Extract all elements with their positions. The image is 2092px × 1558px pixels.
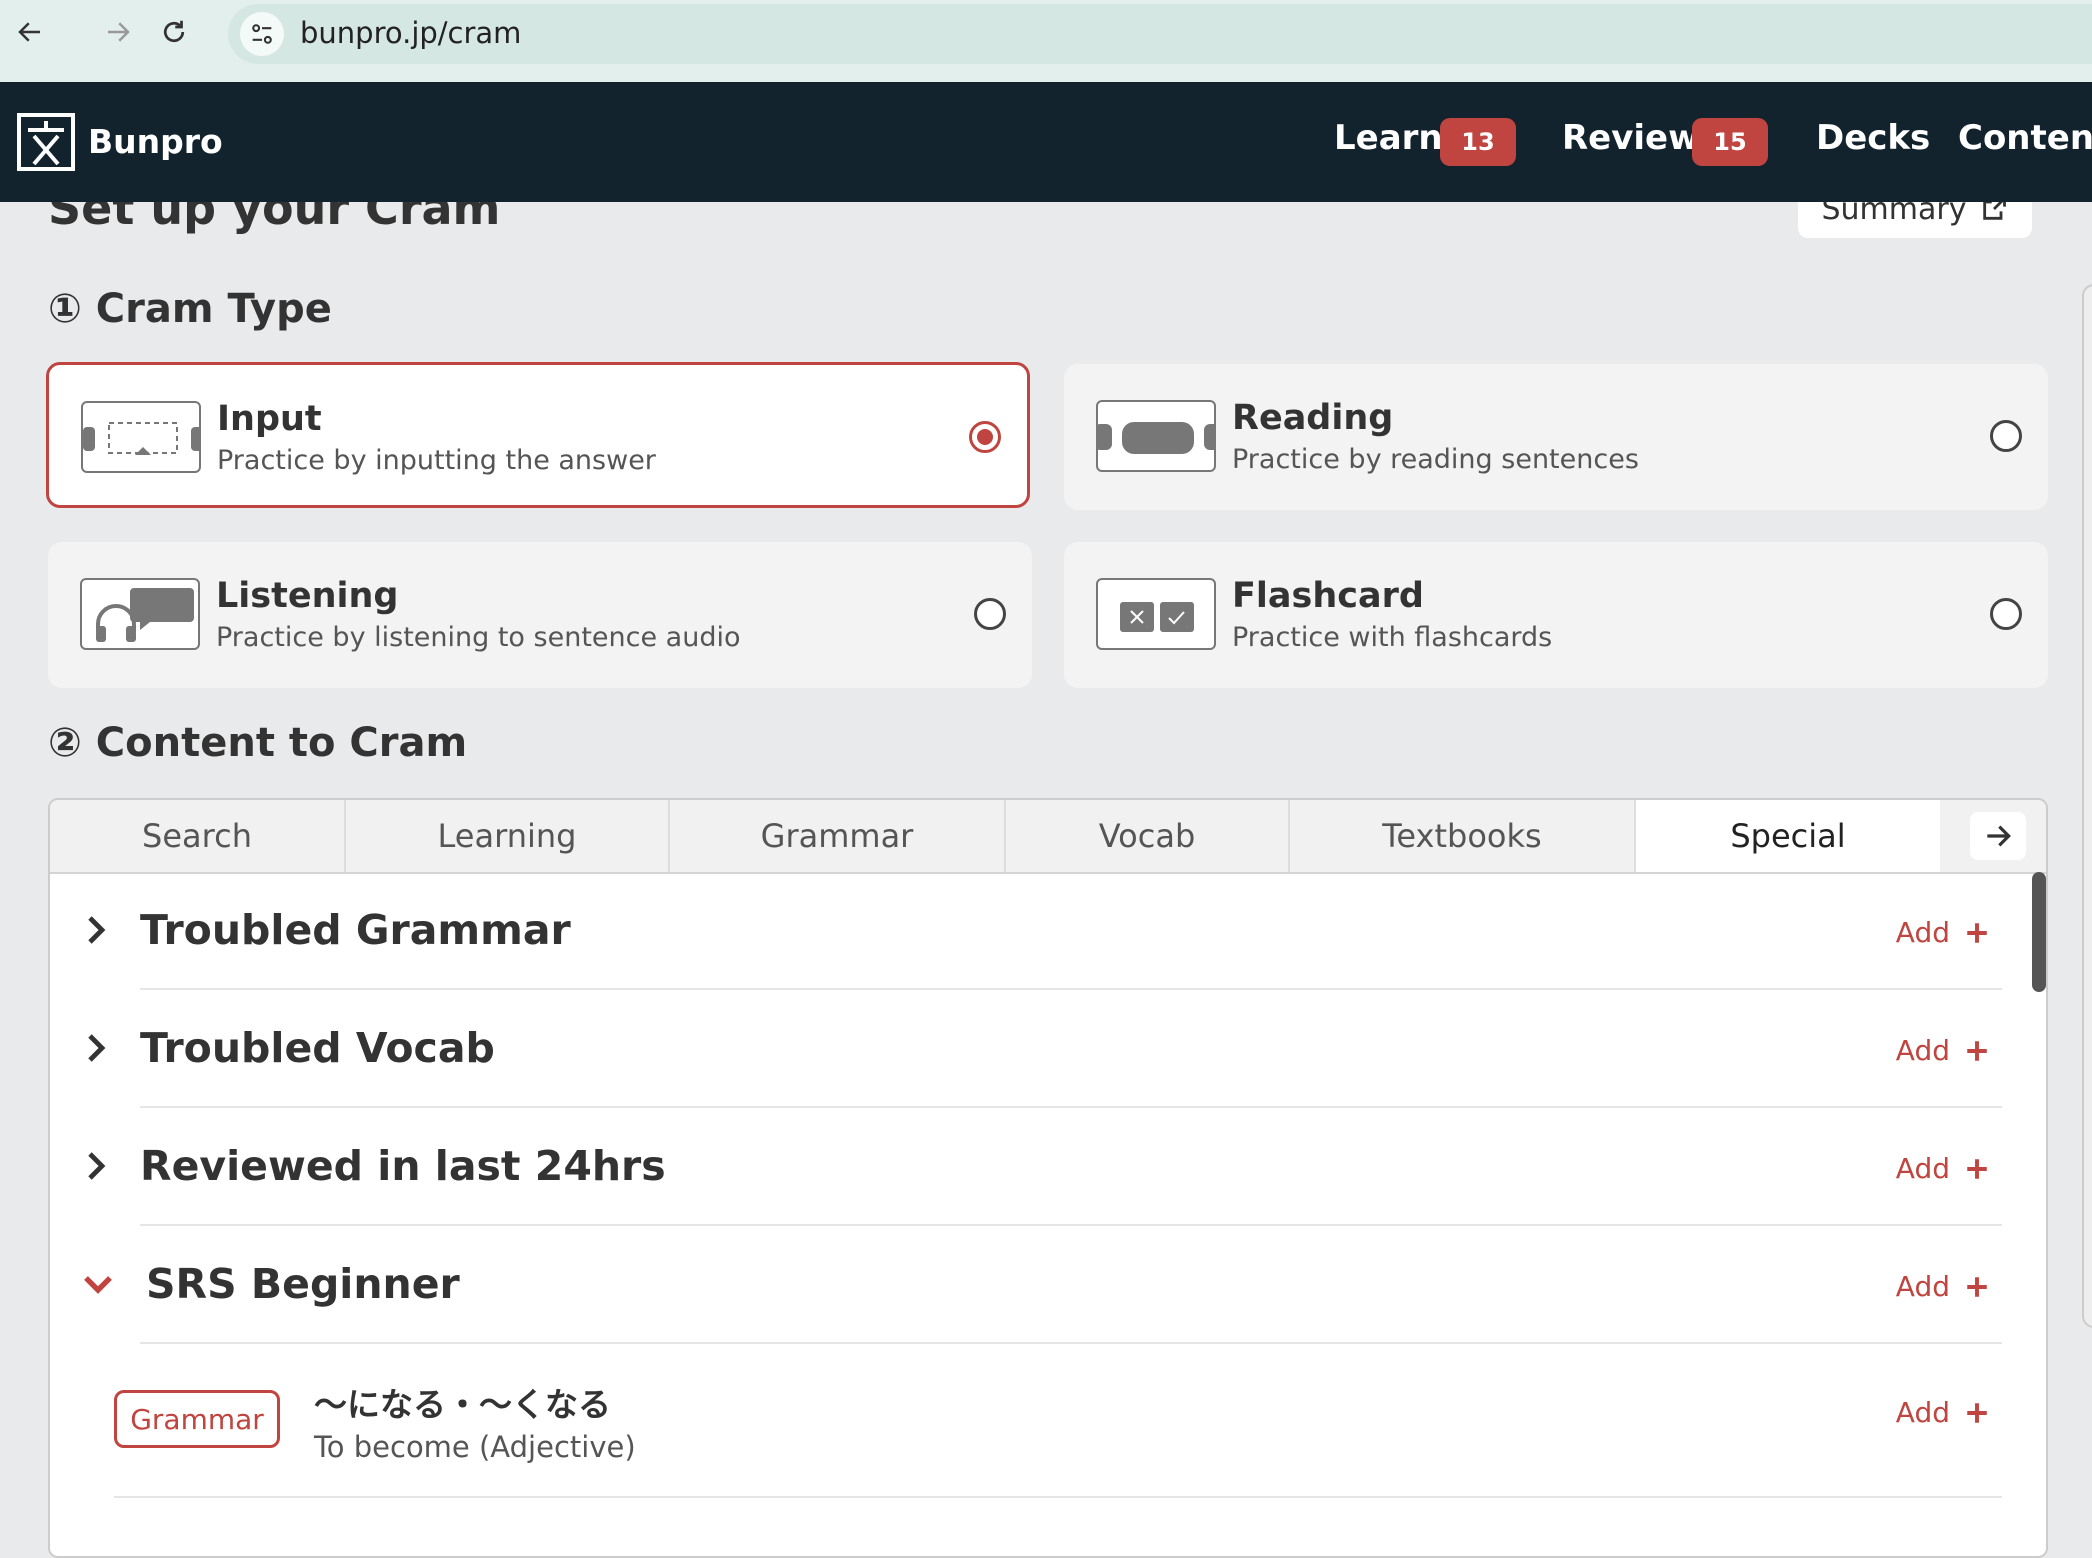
chevron-down-icon [84, 1276, 112, 1294]
grammar-item-row[interactable]: Grammar 〜になる・〜くなる To become (Adjective) … [50, 1342, 2046, 1498]
row-title: SRS Beginner [146, 1260, 460, 1308]
row-title: Reviewed in last 24hrs [140, 1142, 666, 1190]
plus-icon [1967, 1276, 1987, 1297]
cram-type-title: Input [217, 399, 322, 439]
row-title: Troubled Grammar [140, 906, 571, 954]
content-panel: Search Learning Grammar Vocab Textbooks … [48, 798, 2048, 1558]
radio-selected[interactable] [969, 421, 1001, 453]
cram-type-flashcard[interactable]: Flashcard Practice with flashcards [1064, 542, 2048, 688]
add-button[interactable]: Add [1896, 1034, 1990, 1067]
add-label: Add [1895, 1396, 1950, 1429]
cram-type-desc: Practice with flashcards [1232, 622, 1553, 653]
list-item[interactable]: SRS Beginner Add [50, 1226, 2046, 1344]
radio-unselected[interactable] [974, 598, 1006, 630]
list-item[interactable]: Reviewed in last 24hrs Add [50, 1108, 2046, 1226]
add-label: Add [1895, 916, 1950, 949]
nav-learn[interactable]: Learn [1334, 118, 1443, 158]
plus-icon [1967, 1040, 1987, 1061]
arrow-left-icon [18, 22, 40, 42]
chevron-right-icon [88, 1152, 106, 1180]
app-header: Bunpro Learn 13 Review 15 Decks Content [0, 82, 2092, 202]
browser-toolbar: bunpro.jp/cram [0, 0, 2092, 82]
reload-icon [163, 20, 185, 43]
tab-vocab[interactable]: Vocab [1006, 800, 1290, 872]
tab-search[interactable]: Search [50, 800, 346, 872]
item-meaning: To become (Adjective) [314, 1430, 636, 1464]
content-tabs: Search Learning Grammar Vocab Textbooks … [50, 800, 2046, 874]
reload-button[interactable] [152, 10, 196, 54]
cram-type-desc: Practice by inputting the answer [217, 445, 656, 476]
scrollbar[interactable] [2032, 872, 2046, 992]
plus-icon [1967, 1158, 1987, 1179]
radio-unselected[interactable] [1990, 598, 2022, 630]
radio-unselected[interactable] [1990, 420, 2022, 452]
cram-type-title: Flashcard [1232, 576, 1424, 616]
add-label: Add [1895, 1152, 1950, 1185]
item-japanese: 〜になる・〜くなる [314, 1385, 611, 1424]
back-button[interactable] [8, 10, 52, 54]
chevron-right-icon [88, 916, 106, 944]
add-button[interactable]: Add [1896, 1152, 1990, 1185]
list-item[interactable]: Troubled Grammar Add [50, 872, 2046, 990]
list-item[interactable]: Troubled Vocab Add [50, 990, 2046, 1108]
cram-type-heading: ① Cram Type [48, 286, 332, 332]
reading-icon [1096, 400, 1216, 472]
add-label: Add [1895, 1034, 1950, 1067]
flashcard-icon [1096, 578, 1216, 650]
learn-count-badge: 13 [1440, 118, 1516, 166]
input-icon [81, 401, 201, 473]
chevron-right-icon [88, 1034, 106, 1062]
divider [114, 1496, 2002, 1498]
cram-type-title: Reading [1232, 398, 1394, 438]
row-title: Troubled Vocab [140, 1024, 495, 1072]
nav-content[interactable]: Content [1958, 118, 2092, 158]
side-panel-edge[interactable] [2082, 284, 2092, 1328]
tab-grammar[interactable]: Grammar [670, 800, 1006, 872]
cram-type-title: Listening [216, 576, 399, 616]
cram-type-input[interactable]: Input Practice by inputting the answer [46, 362, 1030, 508]
bunpro-logo-icon[interactable] [16, 112, 76, 172]
add-button[interactable]: Add [1896, 1270, 1990, 1303]
plus-icon [1967, 922, 1987, 943]
add-button[interactable]: Add [1896, 916, 1990, 949]
review-count-badge: 15 [1692, 118, 1768, 166]
nav-decks[interactable]: Decks [1816, 118, 1930, 158]
cram-type-desc: Practice by reading sentences [1232, 444, 1639, 475]
brand-name[interactable]: Bunpro [88, 122, 223, 161]
add-button[interactable]: Add [1896, 1396, 1990, 1429]
cram-type-listening[interactable]: Listening Practice by listening to sente… [48, 542, 1032, 688]
site-settings-icon[interactable] [240, 12, 284, 56]
tab-textbooks[interactable]: Textbooks [1290, 800, 1636, 872]
add-label: Add [1895, 1270, 1950, 1303]
arrow-right-icon [108, 22, 130, 42]
cram-type-reading[interactable]: Reading Practice by reading sentences [1064, 364, 2048, 510]
tab-learning[interactable]: Learning [346, 800, 670, 872]
content-heading: ② Content to Cram [48, 720, 468, 766]
listening-icon [80, 578, 200, 650]
address-bar[interactable]: bunpro.jp/cram [228, 4, 2092, 64]
nav-review[interactable]: Review [1562, 118, 1700, 158]
arrow-right-icon [1987, 825, 2011, 847]
tabs-next-button[interactable] [1970, 812, 2026, 860]
plus-icon [1967, 1402, 1987, 1423]
url-text: bunpro.jp/cram [300, 16, 522, 50]
tab-special[interactable]: Special [1636, 800, 1940, 872]
forward-button[interactable] [96, 10, 140, 54]
cram-type-desc: Practice by listening to sentence audio [216, 622, 741, 653]
item-type-tag: Grammar [114, 1390, 280, 1448]
